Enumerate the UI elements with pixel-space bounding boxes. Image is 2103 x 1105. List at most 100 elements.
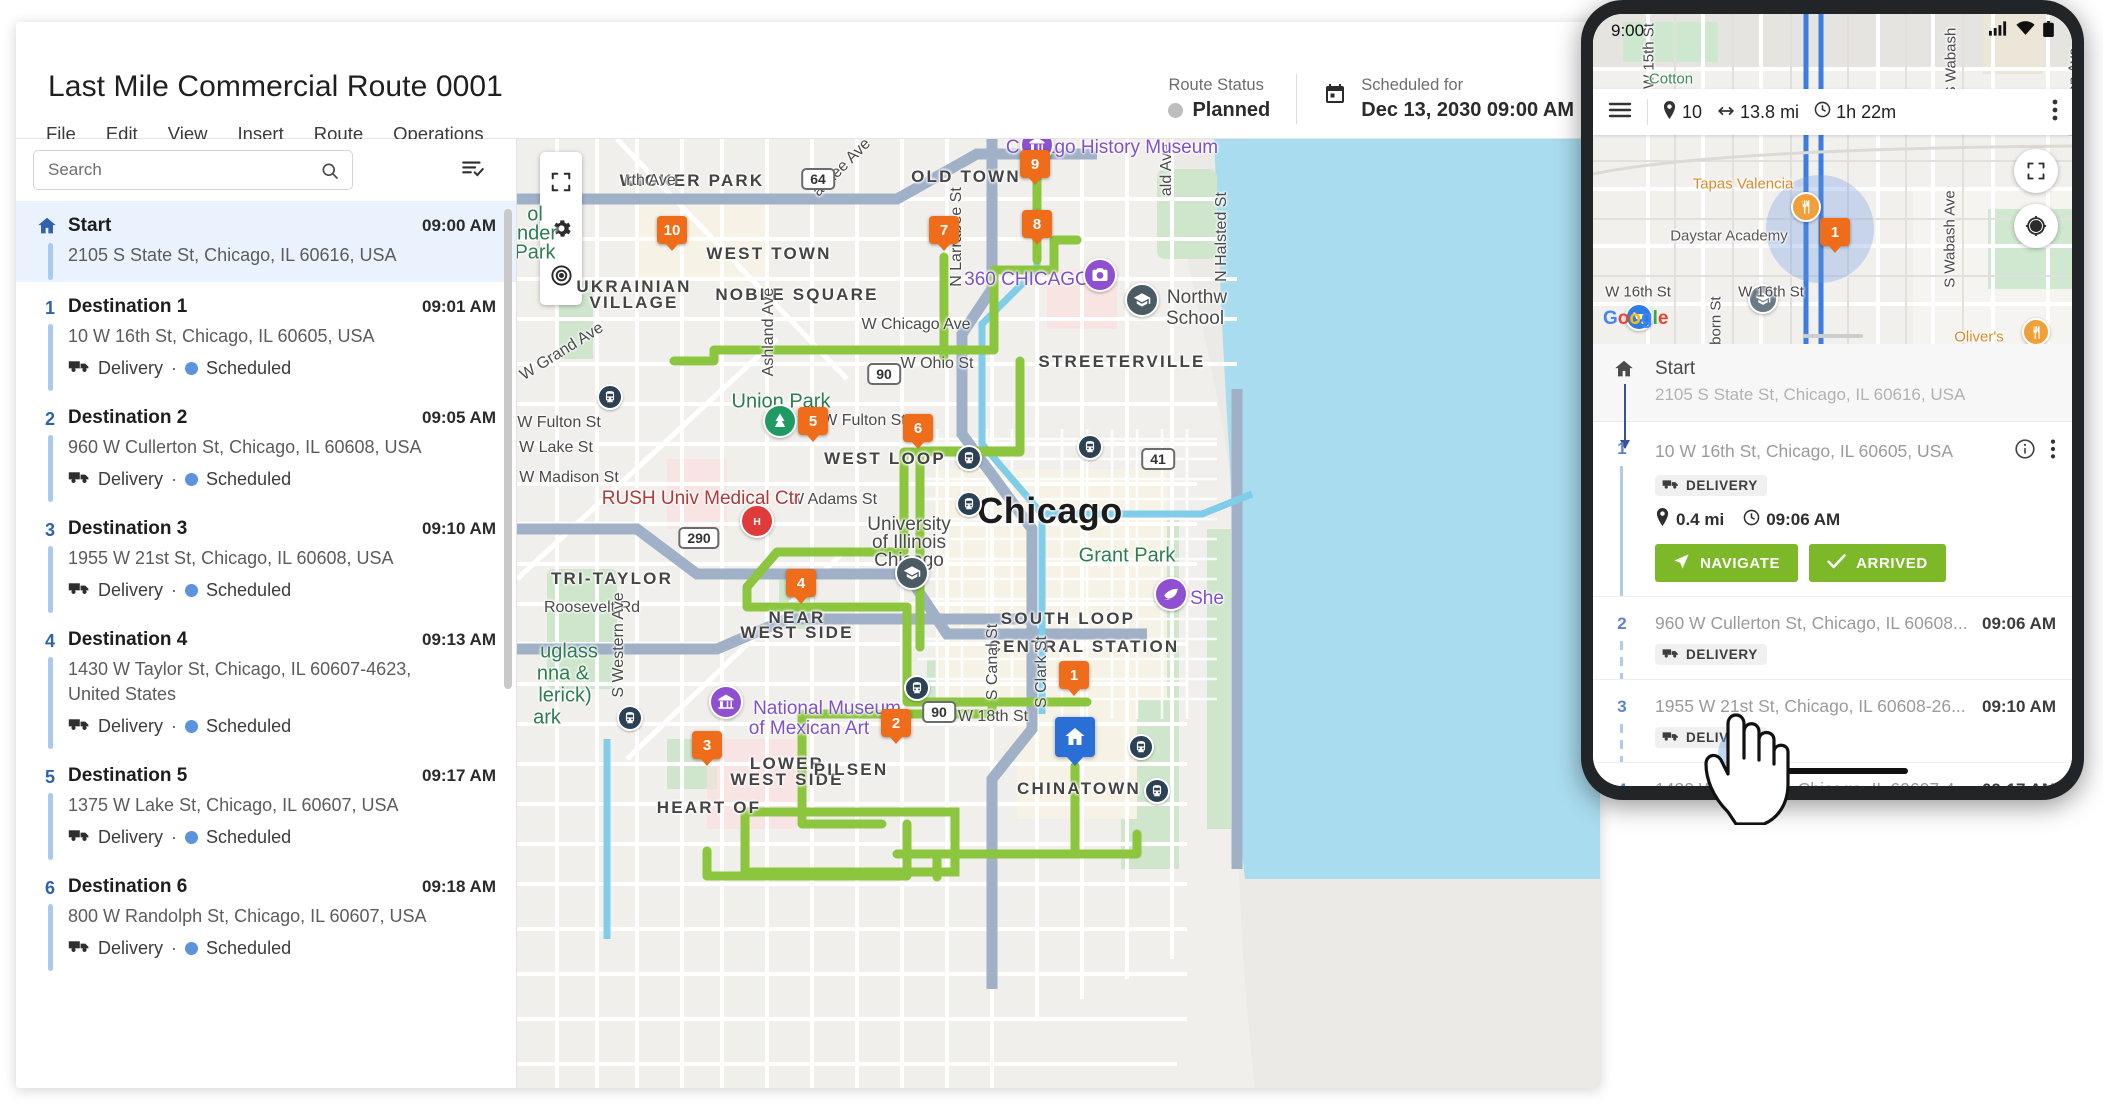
calendar-icon	[1323, 82, 1347, 111]
stop-item-4[interactable]: 4 Destination 4 09:13 AM 1430 W Taylor S…	[16, 615, 516, 751]
map-poi-icon[interactable]	[1154, 577, 1188, 611]
truck-icon	[68, 716, 90, 737]
phone-stop-address: 10 W 16th St, Chicago, IL 60605, USA	[1655, 441, 1953, 461]
phone-stop-1[interactable]: 1 10 W 16th St, Chicago, IL 60605, USA D…	[1593, 422, 2072, 597]
fullscreen-icon[interactable]	[540, 158, 582, 205]
phone-stop-kpis: 0.4 mi 09:06 AM	[1655, 508, 2056, 531]
gear-icon[interactable]	[540, 205, 582, 252]
stop-status: Scheduled	[206, 938, 292, 958]
stop-item-2[interactable]: 2 Destination 2 09:05 AM 960 W Cullerton…	[16, 393, 516, 504]
stops-count: 10	[1682, 101, 1703, 122]
stops-scrollbar[interactable]	[504, 209, 512, 689]
transit-station-icon[interactable]	[617, 705, 643, 731]
map-poi-icon[interactable]	[895, 556, 929, 590]
map-stop-pin[interactable]: 4	[786, 569, 816, 597]
route-status-value: Planned	[1192, 99, 1271, 121]
stop-title: Destination 2	[68, 407, 188, 428]
map-stop-pin[interactable]: 1	[1059, 661, 1089, 689]
stops-list[interactable]: Start 09:00 AM 2105 S State St, Chicago,…	[16, 201, 516, 1088]
transit-station-icon[interactable]	[956, 491, 982, 517]
transit-station-icon[interactable]	[1128, 734, 1154, 760]
phone-stop-badge: DELIVERY	[1655, 475, 1767, 496]
transit-station-icon[interactable]	[1144, 778, 1170, 804]
phone-stop-2[interactable]: 2 960 W Cullerton St, Chicago, IL 60608.…	[1593, 597, 2072, 680]
school-poi-icon[interactable]	[1748, 284, 1778, 314]
map-stop-pin[interactable]: 5	[798, 407, 828, 435]
route-summary: 10 13.8 mi 1h 22m	[1662, 100, 1904, 124]
map-stop-pin[interactable]: 10	[657, 216, 687, 244]
stop-title: Destination 4	[68, 629, 188, 650]
timeline-rail	[48, 793, 53, 860]
stop-item-3[interactable]: 3 Destination 3 09:10 AM 1955 W 21st St,…	[16, 504, 516, 615]
map-stop-pin[interactable]: 9	[1020, 150, 1050, 178]
phone-start-item[interactable]: Start 2105 S State St, Chicago, IL 60616…	[1593, 344, 2072, 422]
overflow-menu-icon[interactable]	[2050, 438, 2056, 465]
stop-index: 3	[44, 520, 55, 540]
search-input[interactable]	[34, 151, 352, 189]
search-icon[interactable]	[320, 161, 340, 186]
map-poi-icon[interactable]: H	[740, 504, 774, 538]
map-poi-icon[interactable]	[763, 404, 797, 438]
truck-icon	[68, 580, 90, 601]
scheduled-value: Dec 13, 2030 09:00 AM	[1361, 99, 1574, 121]
phone-map-pin-1[interactable]: 1	[1820, 218, 1850, 246]
navigate-button[interactable]: NAVIGATE	[1655, 544, 1799, 582]
google-logo: Google	[1603, 308, 1669, 329]
stops-panel: Start 09:00 AM 2105 S State St, Chicago,…	[16, 139, 517, 1088]
phone-fullscreen-button[interactable]	[2014, 149, 2058, 193]
timeline-rail	[48, 904, 53, 971]
home-icon	[36, 215, 58, 242]
stop-title: Destination 3	[68, 518, 188, 539]
stop-meta: Delivery · Scheduled	[42, 580, 496, 601]
stop-time: 09:13 AM	[421, 630, 496, 649]
map-stop-pin[interactable]: 3	[692, 731, 722, 759]
transit-station-icon[interactable]	[904, 675, 930, 701]
phone-stop-4[interactable]: 4 1430 W Taylor St, Chicago, IL 60607-4.…	[1593, 763, 2072, 786]
info-icon[interactable]	[2014, 438, 2036, 465]
phone-stop-list[interactable]: Start 2105 S State St, Chicago, IL 60616…	[1593, 344, 2072, 786]
phone-recenter-button[interactable]	[2014, 204, 2058, 248]
search-box[interactable]	[33, 150, 353, 190]
sort-filter-icon[interactable]	[460, 155, 486, 186]
window-body: Start 09:00 AM 2105 S State St, Chicago,…	[16, 139, 1600, 1088]
stop-status: Scheduled	[206, 580, 292, 600]
map-stop-pin[interactable]: 2	[881, 709, 911, 737]
map-poi-icon[interactable]	[1125, 283, 1159, 317]
arrived-button[interactable]: ARRIVED	[1809, 544, 1946, 582]
route-map[interactable]: WICKER PARK OLD TOWN WEST TOWN UKRAINIAN VIL…	[517, 139, 1600, 1088]
highway-shield: 290	[678, 527, 720, 549]
map-home-pin[interactable]	[1055, 717, 1095, 757]
restaurant-poi-icon-2[interactable]	[2022, 318, 2050, 344]
stop-status: Scheduled	[206, 469, 292, 489]
stop-index: 5	[44, 767, 55, 787]
stop-status: Scheduled	[206, 358, 292, 378]
phone-map[interactable]: 1 W 15th St Tapas Valencia Daystar Academy…	[1593, 14, 2072, 344]
overflow-menu-icon[interactable]	[2052, 98, 2058, 127]
screenshot-root: Last Mile Commercial Route 0001 File Edi…	[0, 0, 2103, 1105]
map-poi-icon[interactable]	[709, 685, 743, 719]
route-status-block: Route Status Planned	[1142, 74, 1296, 124]
meta-separator: ·	[171, 938, 178, 958]
sheet-drag-handle[interactable]	[1802, 334, 1863, 338]
map-poi-icon[interactable]	[1083, 258, 1117, 292]
scheduled-block: Scheduled for Dec 13, 2030 09:00 AM	[1296, 74, 1600, 124]
stop-time: 09:05 AM	[421, 408, 496, 427]
stop-address: 800 W Randolph St, Chicago, IL 60607, US…	[68, 906, 427, 926]
stop-meta: Delivery · Scheduled	[42, 716, 496, 737]
phone-stop-3[interactable]: 3 1955 W 21st St, Chicago, IL 60608-26..…	[1593, 680, 2072, 763]
restaurant-poi-icon[interactable]	[1791, 192, 1821, 222]
stop-item-start[interactable]: Start 09:00 AM 2105 S State St, Chicago,…	[16, 201, 516, 282]
map-stop-pin[interactable]: 7	[929, 216, 959, 244]
stop-index: 1	[44, 298, 55, 318]
stop-item-1[interactable]: 1 Destination 1 09:01 AM 10 W 16th St, C…	[16, 282, 516, 393]
hamburger-menu-icon[interactable]	[1607, 101, 1633, 124]
transit-station-icon[interactable]	[956, 445, 982, 471]
stop-item-5[interactable]: 5 Destination 5 09:17 AM 1375 W Lake St,…	[16, 751, 516, 862]
stop-item-6[interactable]: 6 Destination 6 09:18 AM 800 W Randolph …	[16, 862, 516, 973]
transit-station-icon[interactable]	[597, 384, 623, 410]
locate-icon[interactable]	[540, 252, 582, 299]
map-stop-pin[interactable]: 6	[903, 414, 933, 442]
map-stop-pin[interactable]: 8	[1022, 210, 1052, 238]
transit-station-icon[interactable]	[1077, 434, 1103, 460]
stop-meta: Delivery · Scheduled	[42, 469, 496, 490]
